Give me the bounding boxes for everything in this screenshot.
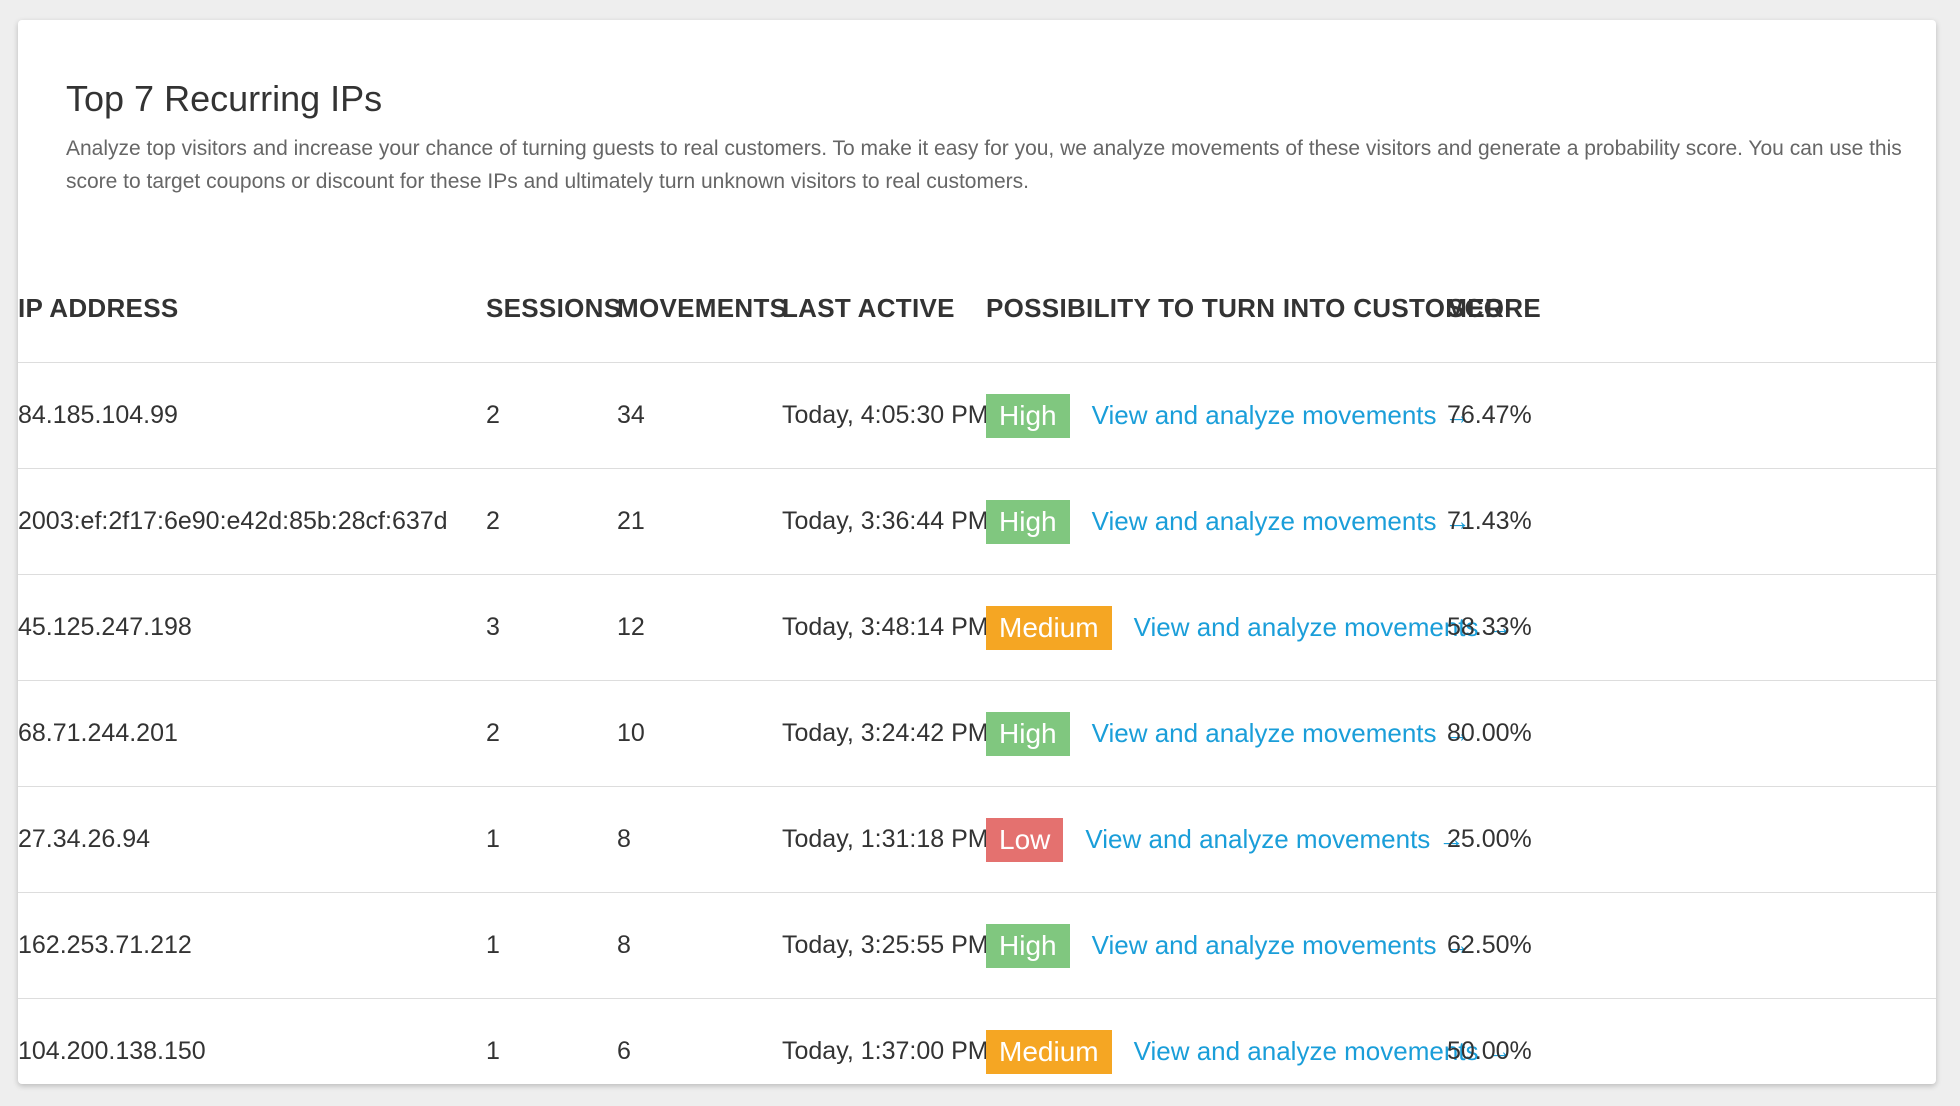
movements-cell: 8 xyxy=(617,786,782,893)
sessions-cell: 1 xyxy=(486,892,617,999)
table-row: 45.125.247.198 3 12 Today, 3:48:14 PM Medium… xyxy=(18,574,1936,681)
table-header-row: IP ADDRESS SESSIONS MOVEMENTS LAST ACTIV… xyxy=(18,254,1936,363)
movements-cell: 10 xyxy=(617,680,782,787)
possibility-cell: Low View and analyze movements → xyxy=(986,786,1464,893)
header-sessions: SESSIONS xyxy=(486,254,621,363)
recurring-ips-table: IP ADDRESS SESSIONS MOVEMENTS LAST ACTIV… xyxy=(18,254,1936,1084)
movements-cell: 12 xyxy=(617,574,782,681)
possibility-badge-high: High xyxy=(986,711,1070,756)
score-cell: 80.00% xyxy=(1447,680,1936,787)
table-body: 84.185.104.99 2 34 Today, 4:05:30 PM High Vie… xyxy=(18,362,1936,1085)
possibility-cell: High View and analyze movements → xyxy=(986,680,1471,787)
view-movements-link[interactable]: View and analyze movements → xyxy=(1092,930,1471,961)
view-movements-link[interactable]: View and analyze movements → xyxy=(1085,824,1464,855)
ip-address-cell: 2003:ef:2f17:6e90:e42d:85b:28cf:637d xyxy=(18,468,486,575)
possibility-cell: High View and analyze movements → xyxy=(986,892,1471,999)
possibility-cell: High View and analyze movements → xyxy=(986,362,1471,469)
view-movements-link[interactable]: View and analyze movements → xyxy=(1092,400,1471,431)
table-row: 68.71.244.201 2 10 Today, 3:24:42 PM High Vie… xyxy=(18,680,1936,787)
ip-address-cell: 45.125.247.198 xyxy=(18,574,486,681)
ip-address-cell: 162.253.71.212 xyxy=(18,892,486,999)
score-cell: 71.43% xyxy=(1447,468,1936,575)
view-movements-label: View and analyze movements xyxy=(1091,506,1437,536)
score-cell: 62.50% xyxy=(1447,892,1936,999)
header-ip-address: IP ADDRESS xyxy=(18,254,486,363)
header-possibility: POSSIBILITY TO TURN INTO CUSTOMER xyxy=(986,254,1504,363)
table-row: 27.34.26.94 1 8 Today, 1:31:18 PM Low View an… xyxy=(18,786,1936,893)
ip-address-cell: 68.71.244.201 xyxy=(18,680,486,787)
header-movements: MOVEMENTS xyxy=(617,254,787,363)
last-active-cell: Today, 3:36:44 PM xyxy=(782,468,989,575)
possibility-badge-low: Low xyxy=(986,817,1064,862)
possibility-wrapper: Medium View and analyze movements → xyxy=(986,605,1513,650)
possibility-cell: Medium View and analyze movements → xyxy=(986,574,1513,681)
movements-cell: 21 xyxy=(617,468,782,575)
view-movements-label: View and analyze movements xyxy=(1091,718,1437,748)
last-active-cell: Today, 3:24:42 PM xyxy=(782,680,989,787)
sessions-cell: 2 xyxy=(486,362,617,469)
score-cell: 25.00% xyxy=(1447,786,1936,893)
possibility-wrapper: Low View and analyze movements → xyxy=(986,817,1464,862)
ip-address-cell: 104.200.138.150 xyxy=(18,1037,206,1065)
sessions-cell: 2 xyxy=(486,680,617,787)
possibility-cell: Medium View and analyze movements → xyxy=(986,999,1513,1085)
possibility-badge-high: High xyxy=(986,923,1070,968)
score-cell: 76.47% xyxy=(1447,362,1936,469)
view-movements-label: View and analyze movements xyxy=(1133,1036,1479,1066)
possibility-cell: High View and analyze movements → xyxy=(986,468,1471,575)
possibility-badge-medium: Medium xyxy=(986,605,1112,650)
panel-description: Analyze top visitors and increase your c… xyxy=(66,137,1902,193)
score-cell: 50.00% xyxy=(1447,1037,1532,1065)
view-movements-label: View and analyze movements xyxy=(1091,930,1437,960)
ip-address-cell: 84.185.104.99 xyxy=(18,362,486,469)
view-movements-label: View and analyze movements xyxy=(1091,400,1437,430)
view-movements-link[interactable]: View and analyze movements → xyxy=(1092,506,1471,537)
panel-title: Top 7 Recurring IPs xyxy=(66,78,383,119)
ip-address-cell: 27.34.26.94 xyxy=(18,786,486,893)
movements-cell: 34 xyxy=(617,362,782,469)
table-row: 2003:ef:2f17:6e90:e42d:85b:28cf:637d 2 21 T… xyxy=(18,468,1936,575)
last-active-cell: Today, 1:31:18 PM xyxy=(782,786,989,893)
table-row: 162.253.71.212 1 8 Today, 3:25:55 PM High Vie… xyxy=(18,892,1936,999)
recurring-ips-panel: Top 7 Recurring IPs Analyze top visitors… xyxy=(18,20,1936,1084)
table-row: 104.200.138.150 1 6 Today, 1:37:00 PM Medium… xyxy=(18,999,1936,1085)
sessions-cell: 2 xyxy=(486,468,617,575)
sessions-cell: 3 xyxy=(486,574,617,681)
sessions-cell: 1 xyxy=(486,786,617,893)
sessions-cell: 1 xyxy=(486,1037,500,1065)
possibility-wrapper: High View and analyze movements → xyxy=(986,711,1471,756)
possibility-wrapper: Medium View and analyze movements → xyxy=(986,1029,1513,1074)
possibility-wrapper: High View and analyze movements → xyxy=(986,923,1471,968)
header-score: SCORE xyxy=(1447,254,1936,363)
score-cell: 58.33% xyxy=(1447,574,1936,681)
possibility-badge-high: High xyxy=(986,393,1070,438)
possibility-wrapper: High View and analyze movements → xyxy=(986,499,1471,544)
table-row: 84.185.104.99 2 34 Today, 4:05:30 PM High Vie… xyxy=(18,362,1936,469)
possibility-badge-high: High xyxy=(986,499,1070,544)
view-movements-label: View and analyze movements xyxy=(1133,612,1479,642)
view-movements-label: View and analyze movements xyxy=(1085,824,1431,854)
last-active-cell: Today, 3:25:55 PM xyxy=(782,892,989,999)
possibility-badge-medium: Medium xyxy=(986,1029,1112,1074)
last-active-cell: Today, 3:48:14 PM xyxy=(782,574,989,681)
movements-cell: 6 xyxy=(617,1037,631,1065)
movements-cell: 8 xyxy=(617,892,782,999)
last-active-cell: Today, 4:05:30 PM xyxy=(782,362,989,469)
possibility-wrapper: High View and analyze movements → xyxy=(986,393,1471,438)
view-movements-link[interactable]: View and analyze movements → xyxy=(1092,718,1471,749)
header-last-active: LAST ACTIVE xyxy=(782,254,986,363)
last-active-cell: Today, 1:37:00 PM xyxy=(782,1037,989,1065)
